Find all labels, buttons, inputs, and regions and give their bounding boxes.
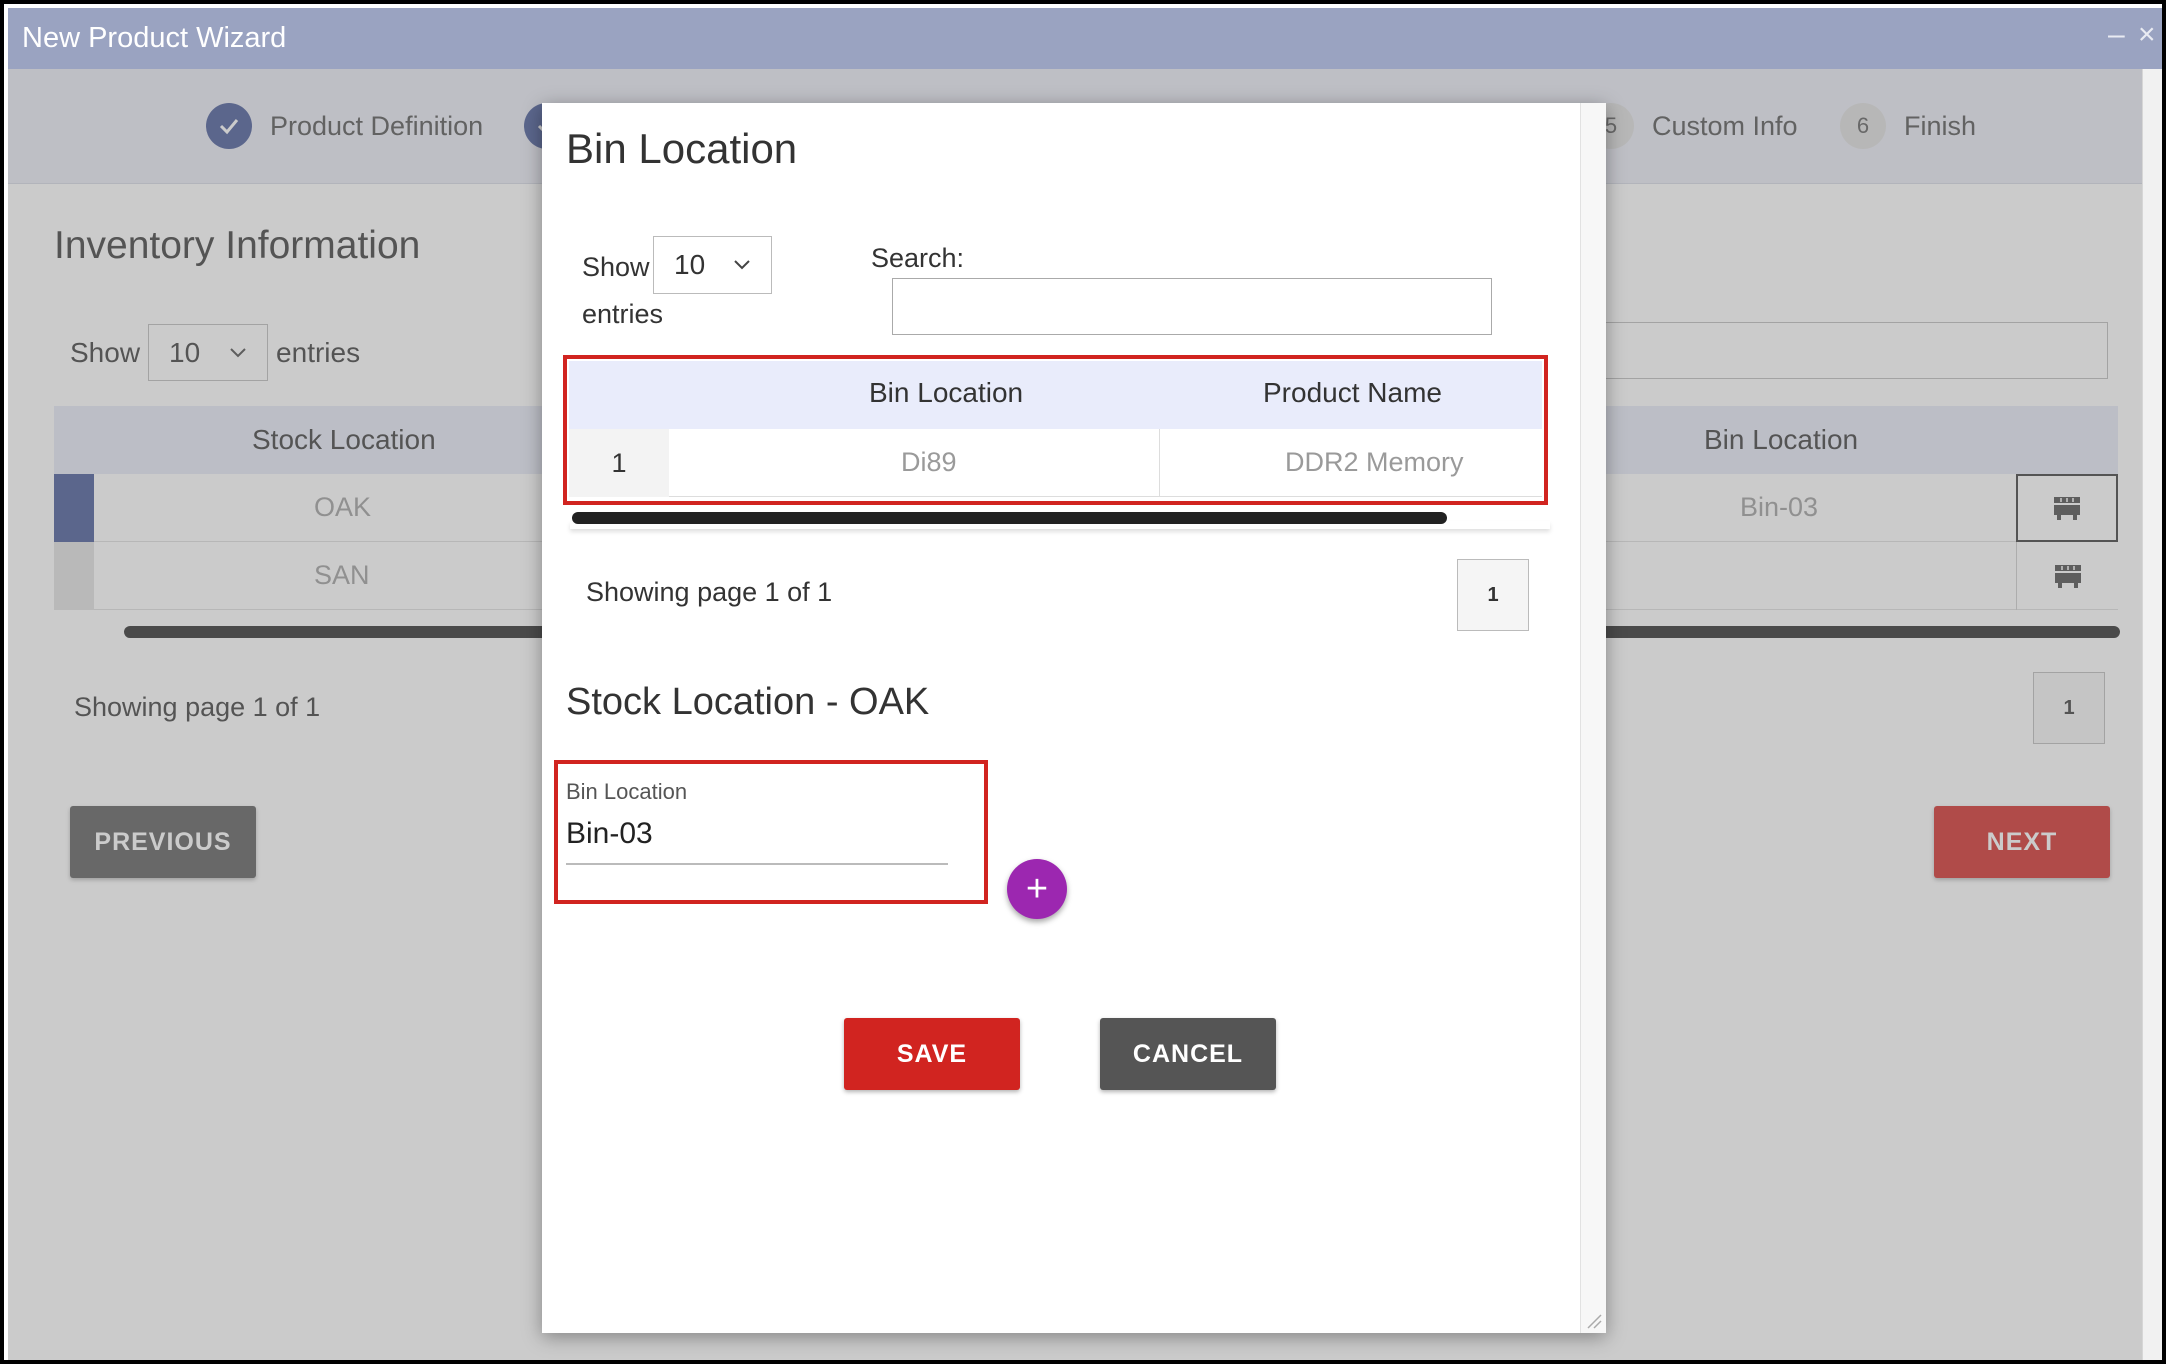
cancel-button[interactable]: CANCEL xyxy=(1100,1018,1276,1090)
entries-label: entries xyxy=(582,299,664,329)
search-label: Search: xyxy=(871,243,965,273)
field-underline xyxy=(566,863,948,865)
page-vertical-scrollbar[interactable] xyxy=(2142,69,2162,1360)
bin-location-field-label: Bin Location xyxy=(566,779,688,804)
stock-location-heading: Stock Location - OAK xyxy=(566,681,930,723)
pagination-info: Showing page 1 of 1 xyxy=(586,577,833,607)
page-size-value: 10 xyxy=(674,249,706,280)
bin-location-field[interactable]: Bin-03 xyxy=(566,817,653,851)
window-titlebar: New Product Wizard ‒ × xyxy=(8,8,2162,69)
page-size-select[interactable]: 10 xyxy=(653,236,772,294)
app-frame: New Product Wizard ‒ × Product Definitio… xyxy=(0,0,2166,1364)
bin-location-modal: Bin Location Show 10 entries Search: Bin… xyxy=(542,103,1606,1333)
save-button[interactable]: SAVE xyxy=(844,1018,1020,1090)
search-input[interactable] xyxy=(892,278,1492,335)
show-label: Show xyxy=(582,252,650,282)
pagination-page-1[interactable]: 1 xyxy=(1457,559,1529,631)
bin-location-table: Bin Location Product Name 1 Di89 DDR2 Me… xyxy=(563,355,1548,505)
close-icon[interactable]: × xyxy=(2138,18,2156,52)
table-horizontal-scrollbar[interactable] xyxy=(572,512,1447,524)
modal-title: Bin Location xyxy=(566,125,798,172)
window-title: New Product Wizard xyxy=(22,22,287,54)
chevron-down-icon xyxy=(734,260,750,270)
resize-handle-icon[interactable] xyxy=(1586,1313,1602,1329)
minimize-icon[interactable]: ‒ xyxy=(2108,18,2125,52)
highlight-box-table xyxy=(563,355,1548,505)
plus-icon: + xyxy=(1025,868,1049,910)
modal-vertical-scrollbar[interactable] xyxy=(1580,103,1606,1333)
add-bin-location-button[interactable]: + xyxy=(1007,859,1067,919)
